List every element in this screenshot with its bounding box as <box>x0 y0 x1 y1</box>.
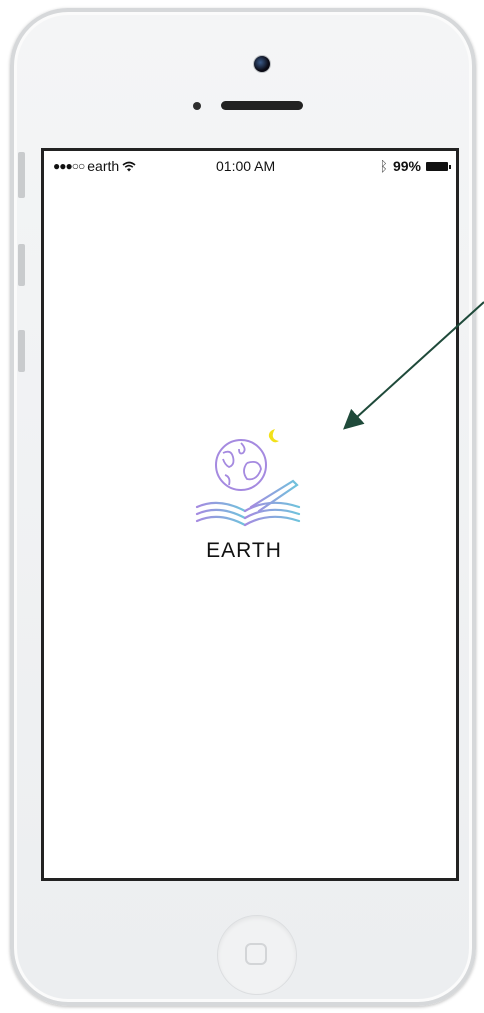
mute-switch <box>18 152 25 198</box>
front-camera <box>253 55 271 73</box>
globe-icon <box>215 439 267 491</box>
home-square-icon <box>245 943 267 965</box>
status-right: ᛒ 99% <box>379 158 451 174</box>
status-time: 01:00 AM <box>216 158 276 174</box>
volume-up-button <box>18 244 25 286</box>
app-name: EARTH <box>206 539 282 562</box>
battery-percent: 99% <box>392 158 421 174</box>
carrier-name: earth <box>87 158 120 174</box>
earpiece-speaker <box>221 101 303 110</box>
wifi-icon <box>122 161 136 171</box>
status-bar: ●●●○○ earth 01:00 AM ᛒ 99% <box>44 151 456 181</box>
status-left: ●●●○○ earth <box>53 158 136 174</box>
moon-icon <box>268 429 279 443</box>
bluetooth-icon: ᛒ <box>379 158 388 174</box>
home-button[interactable] <box>217 915 297 995</box>
proximity-sensor <box>193 102 201 110</box>
volume-down-button <box>18 330 25 372</box>
battery-icon <box>426 161 451 171</box>
splash-logo: EARTH <box>189 419 319 569</box>
book-icon <box>195 479 301 527</box>
globe-book-moon-icon <box>195 429 301 527</box>
signal-strength: ●●●○○ <box>53 159 85 173</box>
phone-screen: ●●●○○ earth 01:00 AM ᛒ 99% EARTH <box>41 148 459 881</box>
